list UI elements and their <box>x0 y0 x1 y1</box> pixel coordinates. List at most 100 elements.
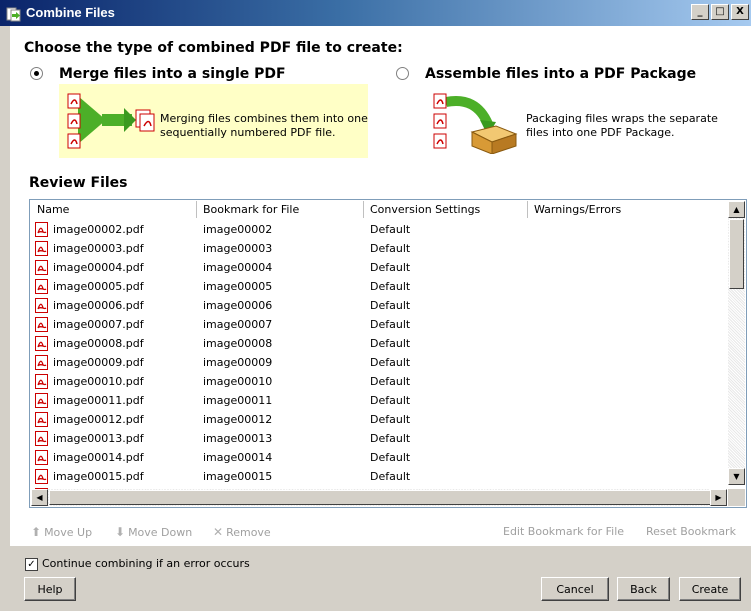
pdf-file-icon <box>35 431 48 446</box>
table-row[interactable]: image00009.pdf image00009 Default <box>31 353 724 372</box>
file-name: image00009.pdf <box>53 356 144 369</box>
file-bookmark: image00010 <box>203 375 273 388</box>
file-conversion-settings: Default <box>370 470 411 483</box>
pdf-file-icon <box>35 222 48 237</box>
file-conversion-settings: Default <box>370 356 411 369</box>
file-name: image00003.pdf <box>53 242 144 255</box>
table-row[interactable]: image00002.pdf image00002 Default <box>31 220 724 239</box>
table-row[interactable]: image00015.pdf image00015 Default <box>31 467 724 486</box>
file-name: image00008.pdf <box>53 337 144 350</box>
file-conversion-settings: Default <box>370 432 411 445</box>
edit-bookmark-label: Edit Bookmark for File <box>503 525 625 538</box>
file-conversion-settings: Default <box>370 375 411 388</box>
table-row[interactable]: image00004.pdf image00004 Default <box>31 258 724 277</box>
horizontal-scroll-thumb[interactable] <box>49 490 711 505</box>
column-header-name[interactable]: Name <box>31 201 197 218</box>
assemble-option-label[interactable]: Assemble files into a PDF Package <box>425 66 696 82</box>
page-heading: Choose the type of combined PDF file to … <box>24 40 403 56</box>
file-name: image00013.pdf <box>53 432 144 445</box>
file-bookmark: image00002 <box>203 223 273 236</box>
file-conversion-settings: Default <box>370 261 411 274</box>
file-conversion-settings: Default <box>370 451 411 464</box>
pdf-file-icon <box>35 298 48 313</box>
create-button[interactable]: Create <box>679 577 741 601</box>
file-rows: image00002.pdf image00002 Default image0000… <box>31 220 724 505</box>
file-conversion-settings: Default <box>370 318 411 331</box>
horizontal-scrollbar[interactable]: ◀ ▶ <box>31 489 727 506</box>
close-button[interactable]: X <box>731 4 749 20</box>
merge-option-label[interactable]: Merge files into a single PDF <box>59 66 286 82</box>
cancel-button[interactable]: Cancel <box>541 577 609 601</box>
review-files-heading: Review Files <box>29 175 128 191</box>
scroll-up-arrow-icon[interactable]: ▲ <box>728 201 745 218</box>
move-up-button[interactable]: ⬆ Move Up <box>31 525 92 539</box>
file-bookmark: image00015 <box>203 470 273 483</box>
window-controls: _ □ X <box>689 4 749 20</box>
scroll-left-arrow-icon[interactable]: ◀ <box>31 489 48 506</box>
table-row[interactable]: image00011.pdf image00011 Default <box>31 391 724 410</box>
scroll-right-arrow-icon[interactable]: ▶ <box>710 489 727 506</box>
pdf-file-icon <box>35 241 48 256</box>
file-name: image00002.pdf <box>53 223 144 236</box>
pdf-file-icon <box>35 450 48 465</box>
column-header-conversion-settings[interactable]: Conversion Settings <box>364 201 528 218</box>
file-name: image00004.pdf <box>53 261 144 274</box>
file-bookmark: image00011 <box>203 394 273 407</box>
table-row[interactable]: image00013.pdf image00013 Default <box>31 429 724 448</box>
combine-files-icon <box>6 7 21 22</box>
file-bookmark: image00012 <box>203 413 273 426</box>
file-name: image00014.pdf <box>53 451 144 464</box>
pdf-file-icon <box>35 374 48 389</box>
file-bookmark: image00008 <box>203 337 273 350</box>
merge-description: Merging files combines them into one seq… <box>160 112 368 140</box>
maximize-button[interactable]: □ <box>711 4 729 20</box>
table-row[interactable]: image00003.pdf image00003 Default <box>31 239 724 258</box>
scroll-down-arrow-icon[interactable]: ▼ <box>728 468 745 485</box>
file-bookmark: image00014 <box>203 451 273 464</box>
pdf-file-icon <box>35 279 48 294</box>
pdf-file-icon <box>35 469 48 484</box>
file-conversion-settings: Default <box>370 413 411 426</box>
minimize-button[interactable]: _ <box>691 4 709 20</box>
merge-description-line-1: Merging files combines them into one <box>160 112 368 125</box>
table-row[interactable]: image00010.pdf image00010 Default <box>31 372 724 391</box>
move-up-label: Move Up <box>44 525 93 539</box>
table-row[interactable]: image00007.pdf image00007 Default <box>31 315 724 334</box>
up-arrow-icon: ⬆ <box>31 525 42 539</box>
column-header-warnings[interactable]: Warnings/Errors <box>528 201 724 218</box>
vertical-scrollbar[interactable]: ▲ ▼ <box>728 201 745 485</box>
scrollbar-corner <box>728 489 745 506</box>
package-description: Packaging files wraps the separate files… <box>526 112 718 140</box>
table-row[interactable]: image00008.pdf image00008 Default <box>31 334 724 353</box>
continue-on-error-label[interactable]: Continue combining if an error occurs <box>42 557 250 570</box>
file-conversion-settings: Default <box>370 242 411 255</box>
back-button[interactable]: Back <box>617 577 670 601</box>
table-row[interactable]: image00012.pdf image00012 Default <box>31 410 724 429</box>
column-header-bookmark[interactable]: Bookmark for File <box>197 201 364 218</box>
table-row[interactable]: image00005.pdf image00005 Default <box>31 277 724 296</box>
merge-radio[interactable] <box>30 67 43 80</box>
title-bar: Combine Files _ □ X <box>0 0 751 26</box>
move-down-button[interactable]: ⬇ Move Down <box>115 525 192 539</box>
pdf-file-icon <box>35 355 48 370</box>
remove-x-icon: ✕ <box>213 525 224 539</box>
reset-bookmark-label: Reset Bookmark <box>646 525 736 538</box>
vertical-scroll-thumb[interactable] <box>729 219 744 289</box>
window-title: Combine Files <box>26 5 115 20</box>
assemble-radio[interactable] <box>396 67 409 80</box>
file-conversion-settings: Default <box>370 223 411 236</box>
file-name: image00010.pdf <box>53 375 144 388</box>
pdf-file-icon <box>35 412 48 427</box>
review-files-list[interactable]: Name Bookmark for File Conversion Settin… <box>29 199 747 508</box>
table-row[interactable]: image00014.pdf image00014 Default <box>31 448 724 467</box>
package-description-line-2: files into one PDF Package. <box>526 126 675 139</box>
file-name: image00012.pdf <box>53 413 144 426</box>
continue-on-error-checkbox[interactable]: ✓ <box>25 558 38 571</box>
reset-bookmark-button[interactable]: Reset Bookmark <box>646 525 736 538</box>
file-bookmark: image00005 <box>203 280 273 293</box>
edit-bookmark-button[interactable]: Edit Bookmark for File <box>503 525 624 538</box>
remove-button[interactable]: ✕ Remove <box>213 525 271 539</box>
help-button[interactable]: Help <box>24 577 76 601</box>
file-bookmark: image00007 <box>203 318 273 331</box>
table-row[interactable]: image00006.pdf image00006 Default <box>31 296 724 315</box>
